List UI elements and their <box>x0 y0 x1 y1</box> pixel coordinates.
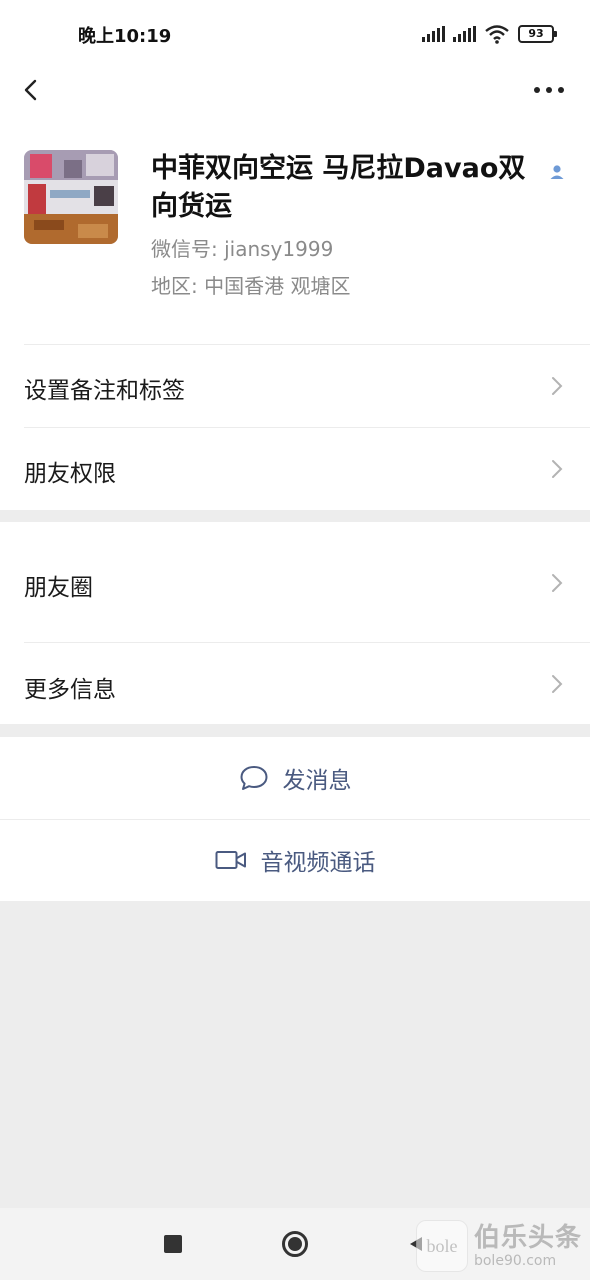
wechat-id: 微信号: jiansy1999 <box>151 237 334 261</box>
ellipsis-icon <box>534 87 564 93</box>
row-remark-and-tags[interactable]: 设置备注和标签 <box>0 344 590 427</box>
info-section: 朋友圈 更多信息 <box>0 522 590 724</box>
video-call-label: 音视频通话 <box>260 850 376 876</box>
chevron-left-icon <box>24 79 37 101</box>
send-message-button[interactable]: 发消息 <box>0 737 590 819</box>
chevron-right-icon <box>552 574 563 592</box>
row-label: 朋友圈 <box>24 575 93 601</box>
send-message-label: 发消息 <box>282 768 352 794</box>
signal-icon <box>453 26 476 42</box>
video-camera-icon <box>215 851 246 869</box>
battery-icon: 93 <box>518 25 557 43</box>
settings-section: 设置备注和标签 朋友权限 <box>0 344 590 510</box>
chevron-right-icon <box>552 460 563 478</box>
region: 地区: 中国香港 观塘区 <box>151 274 351 298</box>
profile-name: 中菲双向空运 马尼拉Davao双向货运 <box>151 153 526 222</box>
status-icons: 93 <box>422 22 557 46</box>
square-icon[interactable] <box>164 1235 182 1253</box>
profile-header: 中菲双向空运 马尼拉Davao双向货运 微信号: jiansy1999 地区: … <box>0 114 590 344</box>
watermark-subtitle: bole90.com <box>473 1253 557 1269</box>
row-label: 更多信息 <box>24 677 116 703</box>
status-bar: 晚上10:19 93 <box>0 0 590 68</box>
row-label: 设置备注和标签 <box>24 378 185 404</box>
row-more-info[interactable]: 更多信息 <box>0 642 590 724</box>
avatar-photo <box>24 150 118 244</box>
person-icon <box>550 165 564 179</box>
circle-icon[interactable] <box>282 1231 308 1257</box>
status-time: 晚上10:19 <box>78 26 172 47</box>
nav-bar <box>0 68 590 114</box>
video-call-button[interactable]: 音视频通话 <box>0 819 590 901</box>
chevron-right-icon <box>552 377 563 395</box>
watermark-logo: bole <box>415 1220 468 1272</box>
watermark: bole 伯乐头条 bole90.com <box>415 1220 582 1272</box>
watermark-text: 伯乐头条 bole90.com <box>474 1223 582 1269</box>
row-label: 朋友权限 <box>24 461 116 487</box>
chat-bubble-icon <box>240 766 267 790</box>
avatar[interactable] <box>24 150 118 244</box>
wifi-icon <box>485 25 509 44</box>
watermark-title: 伯乐头条 <box>473 1223 582 1253</box>
row-friend-permissions[interactable]: 朋友权限 <box>0 427 590 510</box>
more-button[interactable] <box>532 78 566 102</box>
actions-section: 发消息 音视频通话 <box>0 737 590 901</box>
row-moments[interactable]: 朋友圈 <box>0 522 590 642</box>
back-button[interactable] <box>16 74 48 106</box>
signal-icon <box>422 26 445 42</box>
chevron-right-icon <box>552 675 563 693</box>
